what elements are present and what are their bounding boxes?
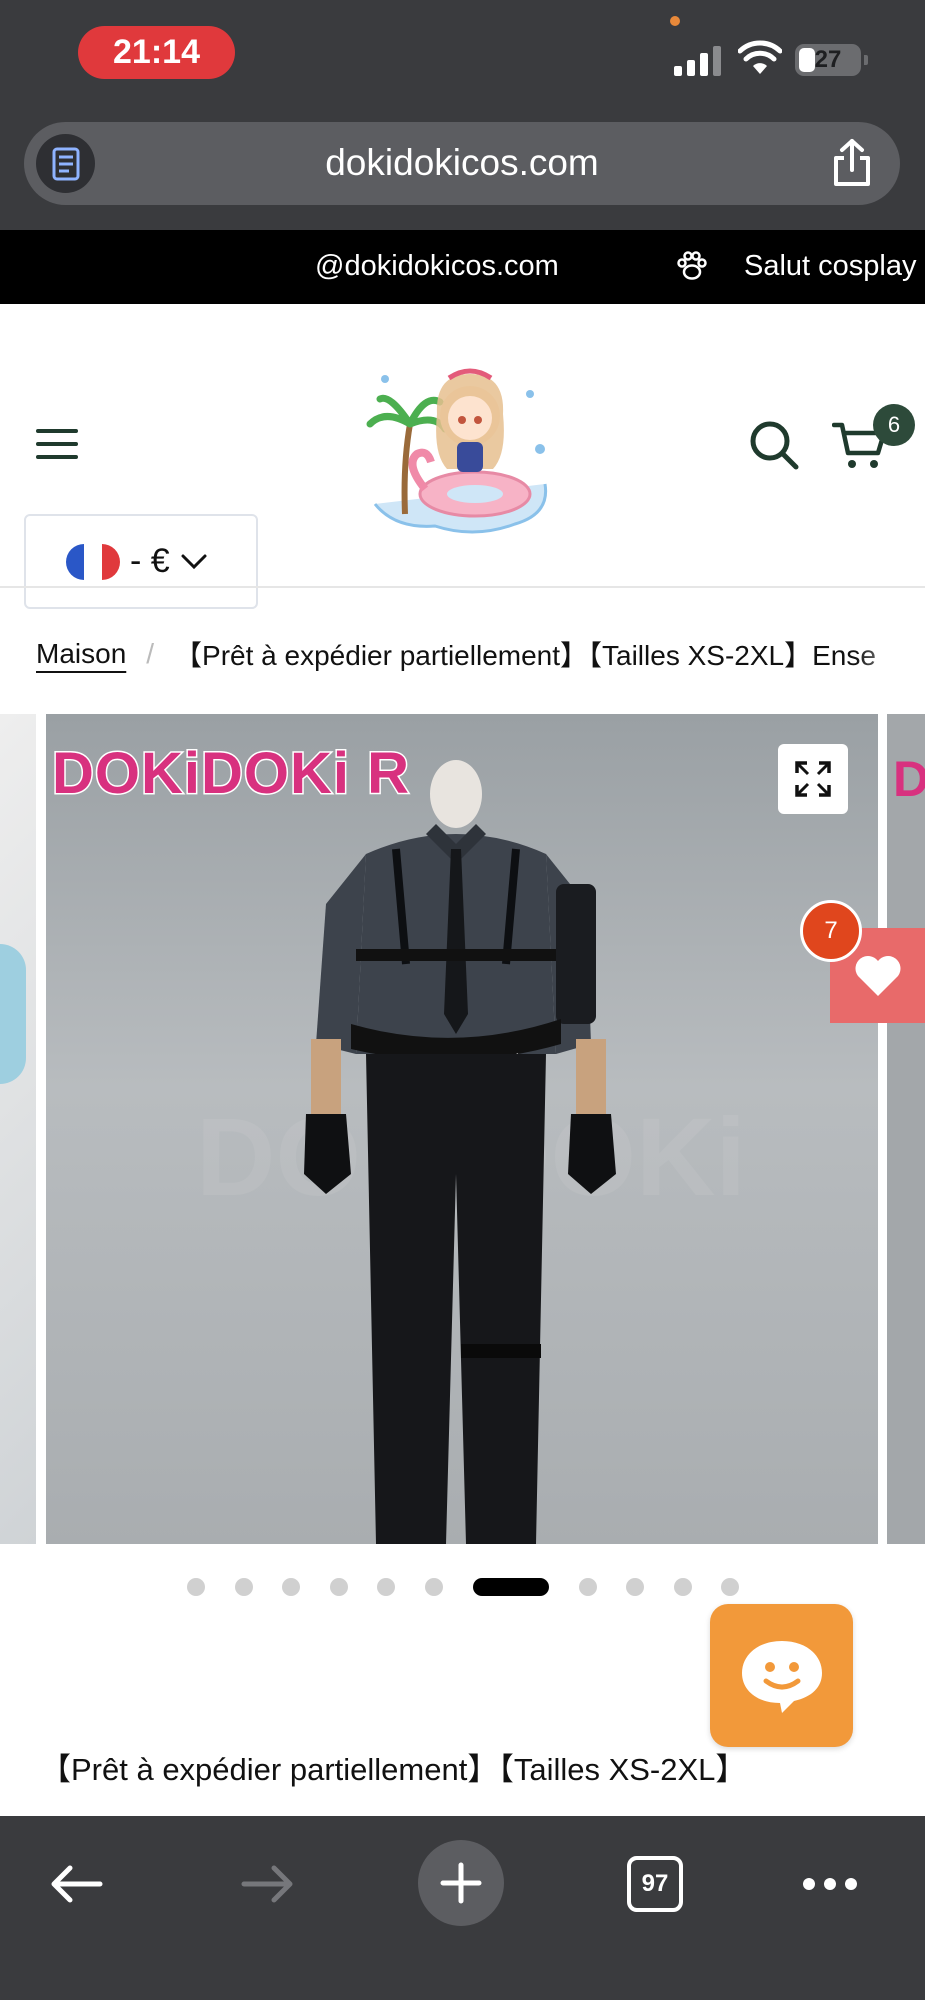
pagination-dot[interactable]	[626, 1578, 644, 1596]
pagination-dot[interactable]	[377, 1578, 395, 1596]
chat-button[interactable]	[710, 1604, 853, 1747]
product-title: 【Prêt à expédier partiellement】【Tailles …	[40, 1752, 747, 1787]
cart-count-badge: 6	[873, 404, 915, 446]
currency-selector[interactable]: - €	[24, 514, 258, 609]
share-icon[interactable]	[828, 138, 876, 188]
breadcrumb-home-link[interactable]: Maison	[36, 638, 126, 670]
wifi-icon	[738, 40, 782, 74]
announcement-bar: @dokidokicos.com Salut cosplay	[0, 230, 925, 304]
plus-icon	[440, 1862, 482, 1904]
gallery-pagination	[0, 1574, 925, 1598]
pagination-dot[interactable]	[329, 1578, 348, 1596]
pagination-dot-active[interactable]	[472, 1578, 549, 1596]
browser-top-chrome: 21:14 27 dokidokicos.com	[0, 0, 925, 230]
heart-icon	[855, 955, 900, 996]
site-logo[interactable]	[365, 354, 560, 544]
currency-label: - €	[130, 542, 170, 580]
pagination-dot[interactable]	[187, 1578, 205, 1596]
pagination-dot[interactable]	[673, 1578, 692, 1596]
header-divider	[0, 586, 925, 588]
next-slide-brand-fragment: D	[893, 751, 925, 807]
product-page: 6 - € Maison / 【Prêt à expédier partiell…	[0, 304, 925, 1816]
forward-icon	[241, 1865, 293, 1903]
wishlist-count-badge: 7	[800, 900, 862, 962]
pagination-dot[interactable]	[578, 1578, 597, 1596]
more-icon	[803, 1878, 857, 1890]
forward-button[interactable]	[236, 1852, 300, 1916]
status-time: 21:14	[78, 26, 235, 79]
back-icon	[51, 1865, 103, 1903]
privacy-indicator-dot	[670, 16, 680, 26]
breadcrumb-current: 【Prêt à expédier partiellement】【Tailles …	[174, 640, 876, 671]
open-tabs-count: 97	[627, 1856, 683, 1912]
more-button[interactable]	[800, 1852, 860, 1916]
battery-indicator: 27	[795, 44, 868, 76]
browser-bottom-toolbar: 97	[0, 1816, 925, 2000]
back-button[interactable]	[44, 1852, 108, 1916]
cellular-signal-icon	[674, 46, 721, 76]
france-flag-icon	[66, 543, 120, 580]
gallery-slide-previous[interactable]	[0, 714, 36, 1544]
breadcrumb-fade	[855, 624, 925, 684]
product-costume-image	[304, 760, 616, 1544]
pagination-dot[interactable]	[721, 1578, 739, 1596]
pagination-dot[interactable]	[234, 1578, 253, 1596]
chevron-down-icon	[181, 554, 207, 569]
chat-icon	[741, 1640, 822, 1713]
pagination-dot[interactable]	[424, 1578, 443, 1596]
url-text[interactable]: dokidokicos.com	[24, 142, 900, 184]
expand-icon	[795, 761, 831, 797]
paw-icon	[677, 251, 707, 280]
breadcrumb: Maison / 【Prêt à expédier partiellement】…	[36, 634, 876, 674]
pagination-dot[interactable]	[282, 1578, 300, 1596]
search-icon[interactable]	[748, 419, 800, 471]
gallery-slide-next[interactable]: D	[887, 714, 925, 1544]
brand-watermark-logo: DOKiDOKi R	[51, 740, 411, 808]
breadcrumb-separator: /	[146, 638, 155, 669]
expand-image-button[interactable]	[778, 744, 848, 814]
announcement-email[interactable]: @dokidokicos.com	[315, 250, 559, 283]
announcement-greeting: Salut cosplay	[744, 250, 917, 282]
menu-icon[interactable]	[36, 429, 78, 459]
new-tab-button[interactable]	[418, 1840, 504, 1926]
battery-level: 27	[814, 46, 842, 73]
address-bar[interactable]: dokidokicos.com	[24, 122, 900, 205]
tabs-button[interactable]: 97	[625, 1852, 685, 1916]
gallery-slide-current[interactable]: DOKiDOKi R	[46, 714, 878, 1544]
